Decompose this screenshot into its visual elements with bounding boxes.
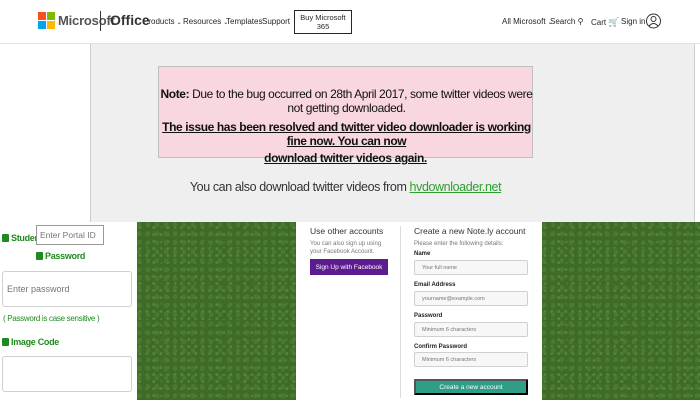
all-microsoft-menu[interactable]: All Microsoft ⌄ (502, 17, 553, 26)
buy-microsoft-365-button[interactable]: Buy Microsoft 365 (294, 10, 352, 34)
nav-templates[interactable]: Templates (226, 17, 262, 26)
other-accounts-heading: Use other accounts (310, 226, 384, 236)
image-code-label: Image Code (2, 337, 59, 347)
image-icon (2, 338, 9, 346)
confirm-password-input[interactable] (414, 352, 528, 367)
microsoft-logo-icon[interactable] (38, 12, 55, 29)
search-icon: ⚲ (577, 17, 584, 26)
microsoft-header: Microsoft Office Products ⌄ Resources ⌄ Te… (0, 0, 700, 44)
create-account-description: Please enter the following details: (414, 241, 504, 247)
chevron-down-icon: ⌄ (176, 20, 182, 26)
note-text: Note: Due to the bug occurred on 28th Ap… (160, 87, 533, 115)
grass-background (542, 222, 700, 400)
portal-id-input[interactable] (36, 225, 104, 245)
confirm-password-label: Confirm Password (414, 344, 468, 350)
name-input[interactable] (414, 260, 528, 275)
hvdownloader-link[interactable]: hvdownloader.net (410, 180, 502, 194)
case-sensitive-note: ( Password is case sensitive ) (3, 314, 100, 323)
microsoft-wordmark[interactable]: Microsoft (58, 13, 115, 28)
email-label: Email Address (414, 282, 456, 288)
resolved-text-line-2: download twitter videos again. (264, 151, 427, 165)
create-account-button[interactable]: Create a new account (414, 379, 528, 395)
signup-password-input[interactable] (414, 322, 528, 337)
sign-up-with-facebook-button[interactable]: Sign Up with Facebook (310, 259, 388, 275)
lock-icon (36, 252, 43, 260)
user-icon (2, 234, 9, 242)
name-label: Name (414, 251, 431, 257)
email-input[interactable] (414, 291, 528, 306)
note-box: Note: Due to the bug occurred on 28th Ap… (158, 66, 533, 158)
account-avatar-icon[interactable] (646, 11, 661, 31)
image-code-input[interactable] (2, 356, 132, 392)
password-label: Password (36, 251, 85, 261)
signup-password-label: Password (414, 313, 443, 319)
resolved-text-line-1: The issue has been resolved and twitter … (162, 120, 531, 148)
column-divider (400, 226, 401, 398)
create-account-heading: Create a new Note.ly account (414, 226, 526, 236)
grass-background (137, 222, 296, 400)
search-button[interactable]: Search ⚲ (550, 17, 583, 26)
nav-resources[interactable]: Resources ⌄ (183, 17, 228, 26)
cart-button[interactable]: Cart 🛒 (591, 17, 619, 28)
other-accounts-description: You can also sign up using your Facebook… (310, 241, 382, 255)
nav-support[interactable]: Support (262, 17, 290, 26)
alternative-download-text: You can also download twitter videos fro… (189, 180, 502, 194)
sign-in-link[interactable]: Sign in (621, 17, 645, 26)
nav-products[interactable]: Products ⌄ (143, 17, 182, 26)
header-divider (100, 11, 101, 31)
password-input[interactable] (2, 271, 132, 307)
cart-icon: 🛒 (608, 17, 620, 27)
